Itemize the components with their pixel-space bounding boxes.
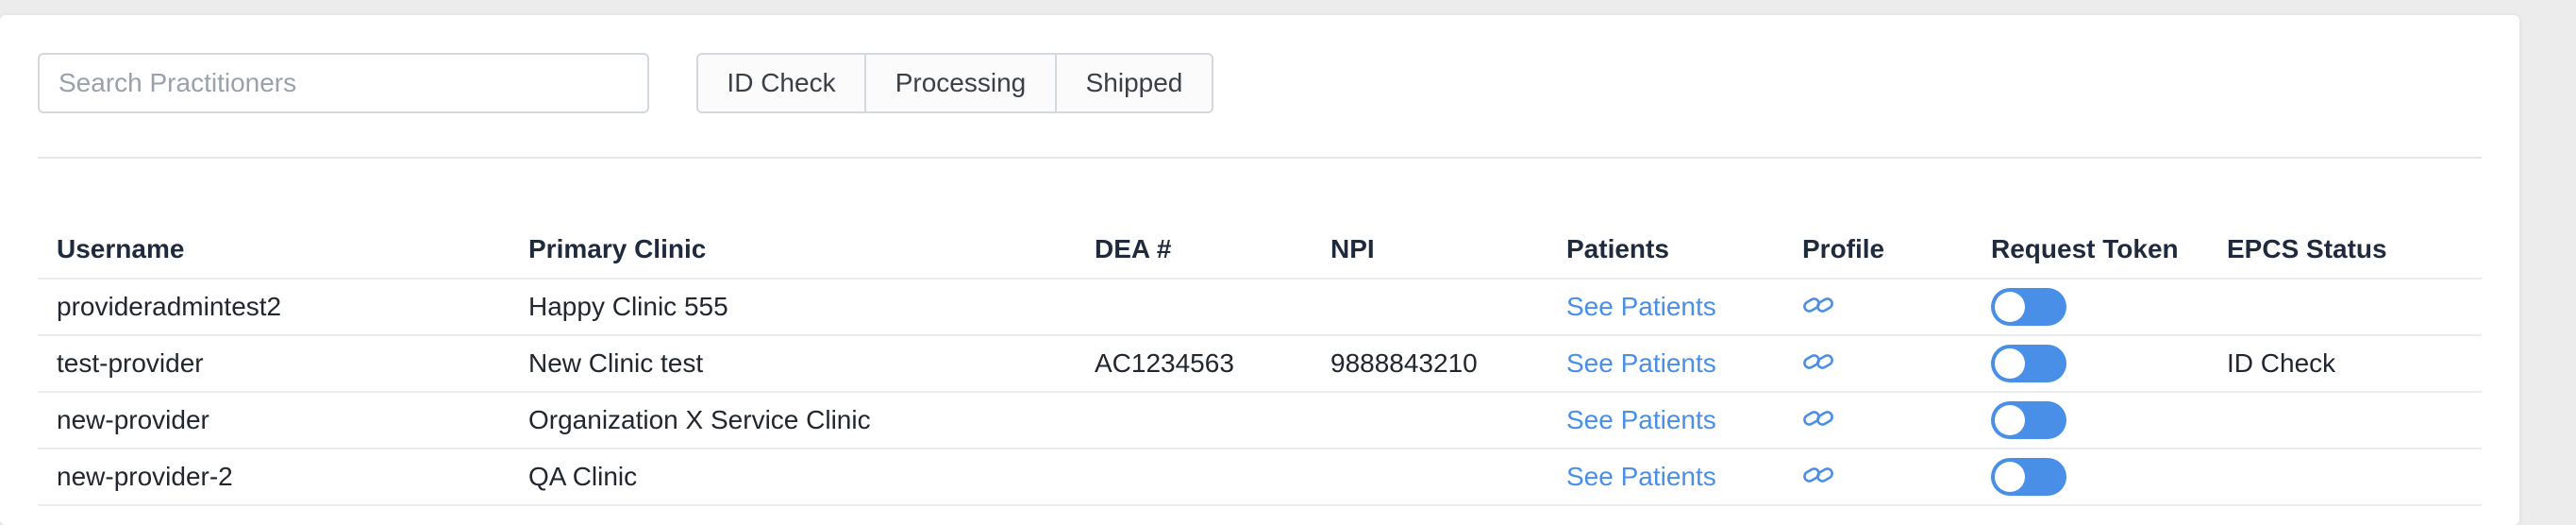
column-header-request-token: Request Token — [1972, 221, 2208, 279]
column-header-dea: DEA # — [1076, 221, 1312, 279]
see-patients-link[interactable]: See Patients — [1566, 462, 1716, 491]
epcs-status-cell: ID Check — [2208, 335, 2482, 393]
divider — [38, 157, 2482, 159]
table-row: new-provider Organization X Service Clin… — [38, 392, 2482, 449]
primary-clinic-cell: Organization X Service Clinic — [510, 392, 1076, 449]
column-header-profile: Profile — [1783, 221, 1972, 279]
column-header-primary-clinic: Primary Clinic — [510, 221, 1076, 279]
filter-id-check-button[interactable]: ID Check — [698, 55, 864, 111]
epcs-status-cell — [2208, 392, 2482, 449]
filter-processing-button[interactable]: Processing — [864, 55, 1055, 111]
link-icon[interactable] — [1802, 295, 1834, 315]
patients-cell: See Patients — [1547, 392, 1783, 449]
request-token-cell — [1972, 449, 2208, 506]
toggle-knob — [1995, 292, 2025, 322]
link-icon[interactable] — [1802, 351, 1834, 372]
username-cell: test-provider — [38, 335, 510, 393]
npi-cell: 9888843210 — [1312, 335, 1547, 393]
primary-clinic-cell: Happy Clinic 555 — [510, 279, 1076, 336]
request-token-toggle[interactable] — [1991, 401, 2066, 439]
link-icon[interactable] — [1802, 465, 1834, 485]
profile-cell — [1783, 449, 1972, 506]
column-header-patients: Patients — [1547, 221, 1783, 279]
profile-cell — [1783, 279, 1972, 336]
toggle-knob — [1995, 405, 2025, 435]
table-row: provideradmintest2 Happy Clinic 555 See … — [38, 279, 2482, 336]
dea-cell: AC1234563 — [1076, 335, 1312, 393]
toggle-knob — [1995, 348, 2025, 379]
request-token-cell — [1972, 279, 2208, 336]
search-input[interactable] — [38, 53, 649, 113]
practitioners-table: Username Primary Clinic DEA # NPI Patien… — [38, 221, 2482, 506]
filter-shipped-button[interactable]: Shipped — [1055, 55, 1212, 111]
table-header-row: Username Primary Clinic DEA # NPI Patien… — [38, 221, 2482, 279]
table-row: test-provider New Clinic test AC1234563 … — [38, 335, 2482, 393]
request-token-toggle[interactable] — [1991, 458, 2066, 496]
toggle-knob — [1995, 462, 2025, 492]
npi-cell — [1312, 449, 1547, 506]
see-patients-link[interactable]: See Patients — [1566, 405, 1716, 434]
column-header-epcs-status: EPCS Status — [2208, 221, 2482, 279]
table-row: new-provider-2 QA Clinic See Patients — [38, 449, 2482, 506]
npi-cell — [1312, 279, 1547, 336]
request-token-toggle[interactable] — [1991, 345, 2066, 382]
username-cell: provideradmintest2 — [38, 279, 510, 336]
see-patients-link[interactable]: See Patients — [1566, 292, 1716, 321]
primary-clinic-cell: New Clinic test — [510, 335, 1076, 393]
patients-cell: See Patients — [1547, 279, 1783, 336]
dea-cell — [1076, 449, 1312, 506]
request-token-toggle[interactable] — [1991, 288, 2066, 326]
request-token-cell — [1972, 392, 2208, 449]
primary-clinic-cell: QA Clinic — [510, 449, 1076, 506]
see-patients-link[interactable]: See Patients — [1566, 348, 1716, 378]
epcs-status-cell — [2208, 449, 2482, 506]
dea-cell — [1076, 392, 1312, 449]
username-cell: new-provider — [38, 392, 510, 449]
patients-cell: See Patients — [1547, 449, 1783, 506]
username-cell: new-provider-2 — [38, 449, 510, 506]
request-token-cell — [1972, 335, 2208, 393]
profile-cell — [1783, 392, 1972, 449]
status-filter-group: ID Check Processing Shipped — [696, 53, 1213, 113]
profile-cell — [1783, 335, 1972, 393]
practitioners-card: ID Check Processing Shipped Username Pri… — [0, 15, 2519, 525]
column-header-npi: NPI — [1312, 221, 1547, 279]
patients-cell: See Patients — [1547, 335, 1783, 393]
column-header-username: Username — [38, 221, 510, 279]
dea-cell — [1076, 279, 1312, 336]
link-icon[interactable] — [1802, 408, 1834, 429]
npi-cell — [1312, 392, 1547, 449]
epcs-status-cell — [2208, 279, 2482, 336]
